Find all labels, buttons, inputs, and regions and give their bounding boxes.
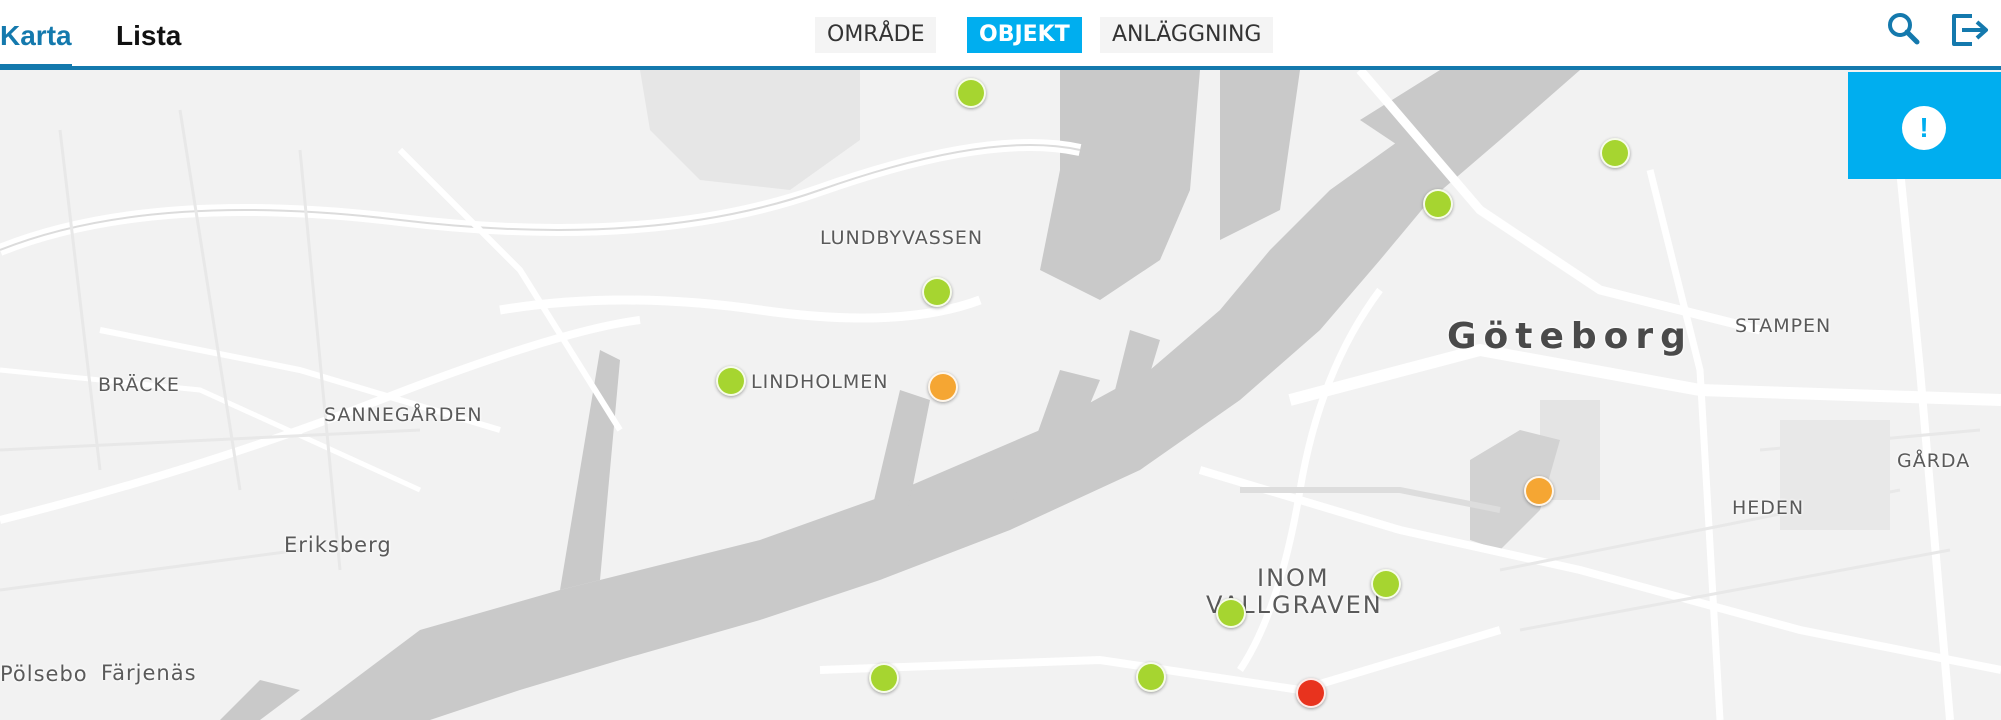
- map-label-garda: GÅRDA: [1897, 450, 1971, 472]
- map-label-heden: HEDEN: [1732, 497, 1805, 519]
- map-marker-green[interactable]: [1216, 598, 1246, 628]
- map-marker-green[interactable]: [869, 663, 899, 693]
- map-label-lindholmen: LINDHOLMEN: [751, 371, 889, 393]
- map-marker-green[interactable]: [1371, 569, 1401, 599]
- map-label-stampen: STAMPEN: [1735, 315, 1832, 337]
- map-label-goteborg: Göteborg: [1447, 316, 1693, 357]
- map-marker-green[interactable]: [956, 78, 986, 108]
- map-base-layer: [0, 70, 2001, 720]
- map-marker-orange[interactable]: [928, 372, 958, 402]
- map-label-eriksberg: Eriksberg: [284, 533, 392, 557]
- map-marker-orange[interactable]: [1524, 476, 1554, 506]
- filter-anlaggning-button[interactable]: ANLÄGGNING: [1100, 17, 1274, 53]
- tab-karta[interactable]: Karta: [0, 20, 72, 52]
- search-icon[interactable]: [1882, 8, 1926, 52]
- map-label-inom: INOM: [1257, 564, 1330, 592]
- map-view[interactable]: LUNDBYVASSEN LINDHOLMEN BRÄCKE SANNEGÅRD…: [0, 70, 2001, 720]
- map-label-lundbyvassen: LUNDBYVASSEN: [820, 227, 984, 249]
- exclamation-icon: !: [1902, 106, 1946, 150]
- map-marker-green[interactable]: [1423, 189, 1453, 219]
- map-marker-green[interactable]: [922, 277, 952, 307]
- map-marker-green[interactable]: [716, 366, 746, 396]
- filter-objekt-button[interactable]: OBJEKT: [967, 17, 1082, 53]
- map-marker-green[interactable]: [1136, 662, 1166, 692]
- map-label-farjenas: Färjenäs: [101, 661, 197, 685]
- map-label-bracke: BRÄCKE: [98, 374, 180, 396]
- map-marker-green[interactable]: [1600, 138, 1630, 168]
- map-label-polsebo: Pölsebo: [0, 662, 88, 686]
- map-label-sannegarden: SANNEGÅRDEN: [324, 404, 483, 426]
- tab-lista[interactable]: Lista: [116, 20, 181, 52]
- filter-omrade-button[interactable]: OMRÅDE: [815, 17, 937, 53]
- alert-panel-button[interactable]: !: [1848, 72, 2001, 179]
- top-bar: Karta Lista OMRÅDE OBJEKT ANLÄGGNING: [0, 0, 2001, 70]
- map-marker-red[interactable]: [1296, 678, 1326, 708]
- logout-icon[interactable]: [1946, 8, 1990, 52]
